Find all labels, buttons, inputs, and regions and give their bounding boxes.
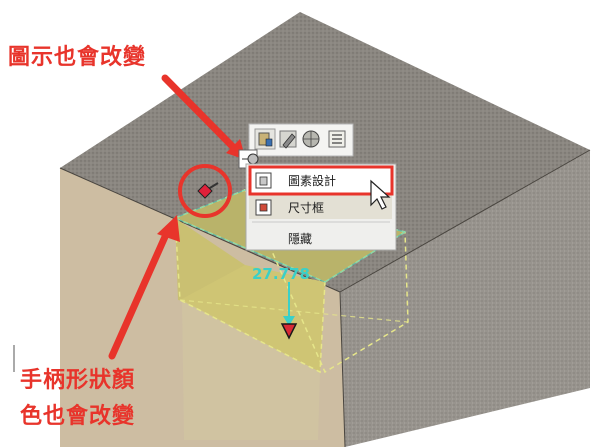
annotation-handle-change-line2: 色也會改變 <box>20 404 136 429</box>
svg-text:圖素設計: 圖素設計 <box>288 173 336 188</box>
dimension-value: 27.778 <box>252 265 310 283</box>
feature-design-icon <box>255 172 272 189</box>
edit-icon[interactable] <box>279 130 297 149</box>
context-menu: 圖素設計 尺寸框 隱藏 <box>245 163 397 251</box>
annotation-handle-change-line1: 手柄形狀顏 <box>20 368 136 393</box>
svg-text:隱藏: 隱藏 <box>288 232 312 246</box>
menu-item-hide[interactable]: 隱藏 <box>288 232 312 246</box>
svg-text:尺寸框: 尺寸框 <box>288 201 324 215</box>
menu-item-size-box[interactable]: 尺寸框 <box>255 199 324 216</box>
annotation-icon-change: 圖示也會改變 <box>8 45 147 70</box>
floating-toolbar <box>248 123 354 157</box>
cad-viewport[interactable]: 27.778 圖素設計 尺寸框 隱藏 圖示也會改變 手柄形狀顏 色也會改變 <box>0 0 606 447</box>
globe-icon[interactable] <box>302 130 320 148</box>
feature-tool-icon[interactable] <box>254 128 276 150</box>
list-icon[interactable] <box>328 130 346 148</box>
size-box-icon <box>255 199 272 216</box>
